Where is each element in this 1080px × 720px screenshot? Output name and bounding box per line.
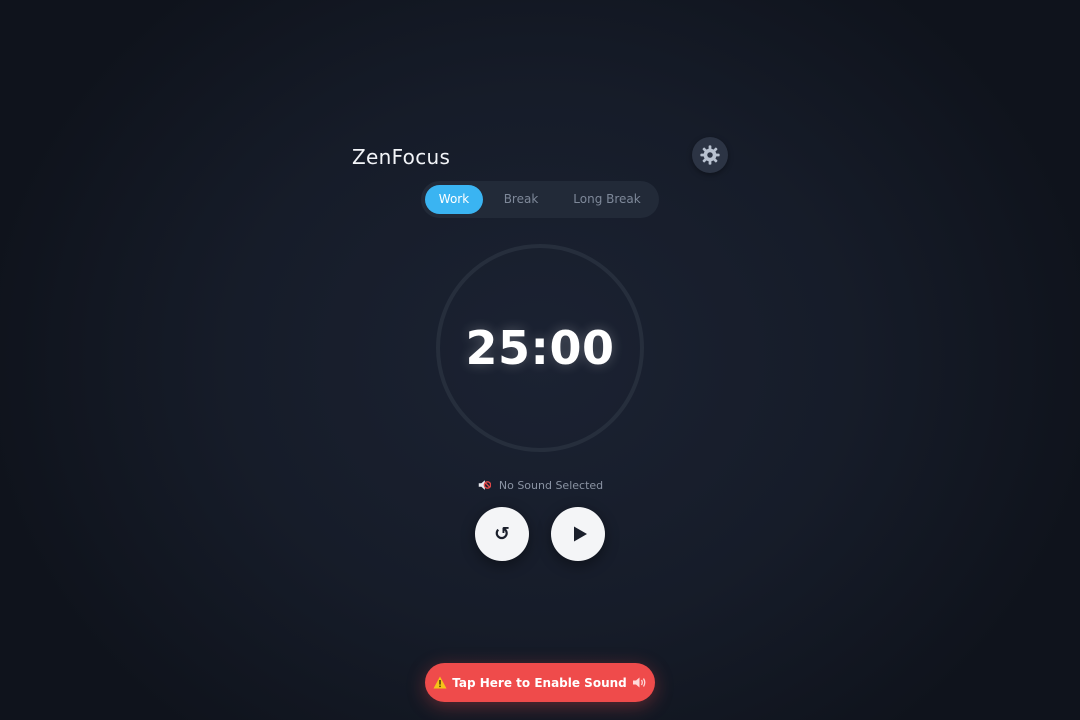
timer-display: 25:00: [465, 321, 615, 375]
reset-button[interactable]: ↺: [475, 507, 529, 561]
sound-status: No Sound Selected: [0, 478, 1080, 492]
play-icon: [571, 525, 589, 543]
enable-sound-button[interactable]: Tap Here to Enable Sound: [425, 663, 655, 702]
reset-icon: ↺: [494, 523, 510, 545]
play-button[interactable]: [551, 507, 605, 561]
enable-sound-label: Tap Here to Enable Sound: [452, 675, 627, 690]
tab-long-break[interactable]: Long Break: [559, 185, 655, 214]
gear-icon: [699, 144, 721, 166]
app-title: ZenFocus: [352, 145, 451, 169]
speaker-icon: [632, 676, 647, 689]
sound-status-label: No Sound Selected: [498, 478, 604, 492]
settings-button[interactable]: [692, 137, 728, 173]
muted-speaker-icon: [477, 478, 492, 492]
warning-icon: [433, 676, 447, 689]
tab-break[interactable]: Break: [483, 185, 559, 214]
timer-ring: 25:00: [436, 244, 644, 452]
tab-work[interactable]: Work: [425, 185, 483, 214]
mode-tabs: Work Break Long Break: [421, 181, 659, 218]
